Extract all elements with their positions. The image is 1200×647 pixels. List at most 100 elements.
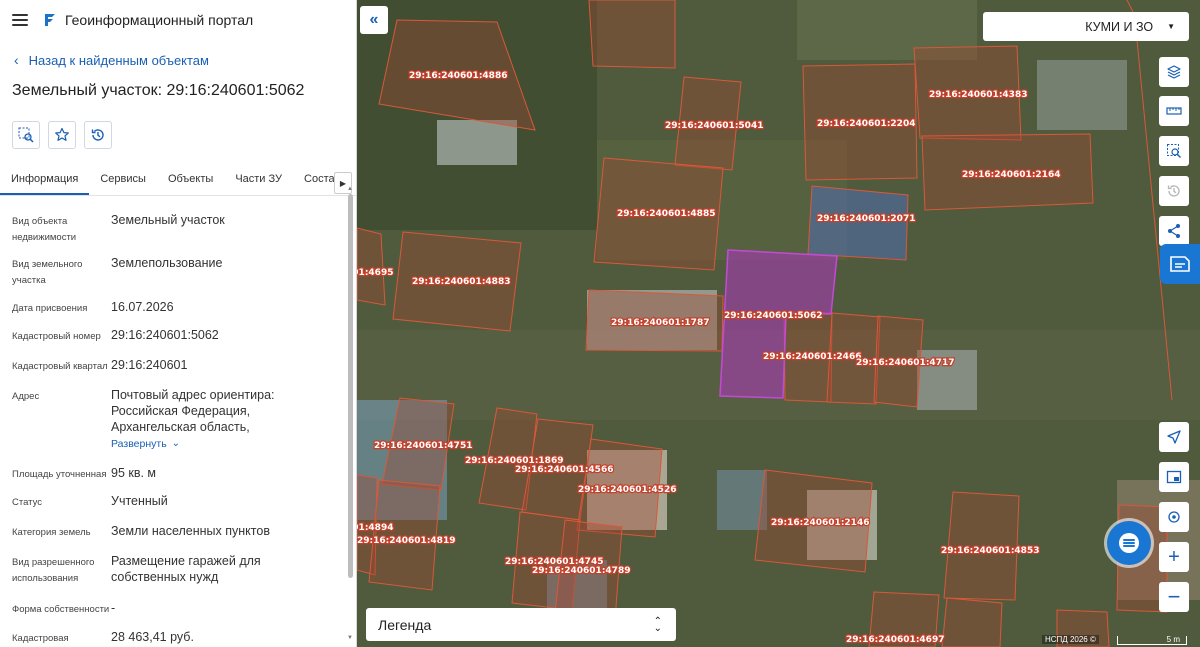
caret-down-icon: ▼ [1167,22,1175,31]
info-row-date: Дата присвоения 16.07.2026 [0,299,356,327]
info-value: Земельный участок [111,213,225,227]
plot-label: 29:16:240601:4751 [374,441,472,451]
history-icon [91,129,104,141]
plot-label: 29:16:240601:1787 [611,318,709,328]
scroll-down-arrow[interactable]: ▼ [347,635,353,641]
side-widget-button[interactable] [1160,244,1200,284]
minus-icon: − [1167,584,1181,609]
plot-label: 29:16:240601:5062 [724,311,822,321]
plot-label: 29:16:240601:4853 [941,546,1039,556]
favorite-button[interactable] [48,121,76,149]
info-label: Кадастровый квартал [12,361,108,372]
share-icon [1168,224,1180,238]
plus-icon: + [1168,546,1180,568]
info-value: - [111,601,116,615]
expand-collapse-icon: ⌃ ⌄ [653,615,662,634]
navigation-arrow-icon [1167,430,1181,444]
info-value: 95 кв. м [111,466,157,480]
tab-information[interactable]: Информация [0,173,90,195]
info-row-cost: Кадастровая стоимость 28 463,41 руб. [0,629,356,647]
back-label: Назад к найденным объектам [28,52,209,68]
minimap-icon [1166,470,1182,484]
copyright: НСПД 2026 © [1042,635,1099,644]
history-map-button[interactable] [1159,176,1189,206]
locate-button[interactable] [1159,422,1189,452]
tab-services[interactable]: Сервисы [89,173,157,195]
plot-label: 29:16:240601:4383 [929,90,1027,100]
legend-label: Легенда [378,616,432,633]
info-value: 29:16:240601:5062 [111,328,219,342]
scroll-up-arrow[interactable]: ▲ [347,186,353,192]
info-row-cad-num: Кадастровый номер 29:16:240601:5062 [0,327,356,357]
info-panel: Геоинформационный портал ‹ Назад к найде… [0,0,357,647]
info-label: Кадастровый номер [12,331,101,342]
map-view[interactable]: 29:16:240601:4886 29:16:240601:5041 29:1… [357,0,1200,647]
layers-button[interactable] [1159,57,1189,87]
info-label: Вид земельного участка [12,259,83,286]
info-value: Земли населенных пунктов [111,524,270,538]
app-title: Геоинформационный портал [65,12,254,28]
chat-icon [1119,533,1139,553]
plot-label: 29:16:240601:4526 [578,485,676,495]
info-row-address: Адрес Почтовый адрес ориентира: Российск… [0,387,356,465]
layer-select[interactable]: КУМИ И ЗО ▼ [983,12,1189,41]
plot-label: 29:16:240601:4717 [856,358,954,368]
back-to-results-link[interactable]: ‹ Назад к найденным объектам [0,40,356,80]
plot-label: 29:16:240601:4819 [357,536,455,546]
info-label: Вид разрешенного использования [12,557,95,584]
panel-scrollbar[interactable]: ▲ ▼ [346,186,355,647]
info-value: 29:16:240601 [111,358,188,372]
info-row-status: Статус Учтенный [0,493,356,523]
info-label: Дата присвоения [12,303,88,314]
geolocation-button[interactable] [1159,502,1189,532]
info-list: Вид объекта недвижимости Земельный участ… [0,196,356,647]
double-chevron-left-icon: « [369,11,379,28]
history-button[interactable] [84,121,112,149]
plot-label: 29:16:240601:4886 [409,71,507,81]
history-icon [1167,185,1180,197]
zoom-to-object-button[interactable] [12,121,40,149]
menu-icon[interactable] [12,14,28,26]
info-row-type: Вид объекта недвижимости Земельный участ… [0,212,356,255]
info-row-cad-quarter: Кадастровый квартал 29:16:240601 [0,357,356,387]
ruler-icon [1166,107,1182,115]
object-actions [0,112,356,158]
plot-label: 29:16:240601:4885 [617,209,715,219]
info-label: Категория земель [12,527,91,538]
plot-label: 29:16:240601:4894 [357,523,393,533]
layer-select-value: КУМИ И ЗО [1085,19,1154,34]
legend-toggle[interactable]: Легенда ⌃ ⌄ [366,608,676,641]
info-row-permitted: Вид разрешенного использования Размещени… [0,553,356,600]
info-value: Размещение гаражей для собственных нужд [111,554,261,584]
tab-objects[interactable]: Объекты [157,173,224,195]
info-row-area: Площадь уточненная 95 кв. м [0,465,356,493]
object-tabs: Информация Сервисы Объекты Части ЗУ Сост… [0,160,356,196]
expand-address-link[interactable]: Развернуть ⌄ [111,436,180,452]
info-label: Кадастровая стоимость [12,633,69,644]
scrollbar-thumb[interactable] [348,194,353,578]
plot-label: 29:16:240601:4566 [515,465,613,475]
info-value: Почтовый адрес ориентира: Российская Фед… [111,387,321,465]
address-text: Почтовый адрес ориентира: Российская Фед… [111,388,275,434]
share-button[interactable] [1159,216,1189,246]
scale-bar: 5 m [1117,636,1187,645]
measure-button[interactable] [1159,96,1189,126]
plot-label: 29:16:240601:4789 [532,566,630,576]
area-search-icon [1167,144,1181,158]
info-label: Статус [12,497,43,508]
object-title: Земельный участок: 29:16:240601:5062 [12,82,305,99]
select-area-button[interactable] [1159,136,1189,166]
zoom-in-button[interactable]: + [1159,542,1189,572]
minimap-button[interactable] [1159,462,1189,492]
chevron-left-icon: ‹ [14,52,19,68]
info-label: Вид объекта недвижимости [12,216,77,243]
plot-label: 29:16:240601:2204 [817,119,915,129]
zoom-out-button[interactable]: − [1159,582,1189,612]
info-label: Форма собственности [12,604,110,615]
plot-label: 29:16:240601:2466 [763,352,861,362]
collapse-panel-button[interactable]: « [360,6,388,34]
tab-parts[interactable]: Части ЗУ [224,173,293,195]
info-row-category: Категория земель Земли населенных пункто… [0,523,356,553]
chevron-down-icon: ⌄ [171,438,181,449]
chat-assistant-button[interactable] [1107,521,1151,565]
